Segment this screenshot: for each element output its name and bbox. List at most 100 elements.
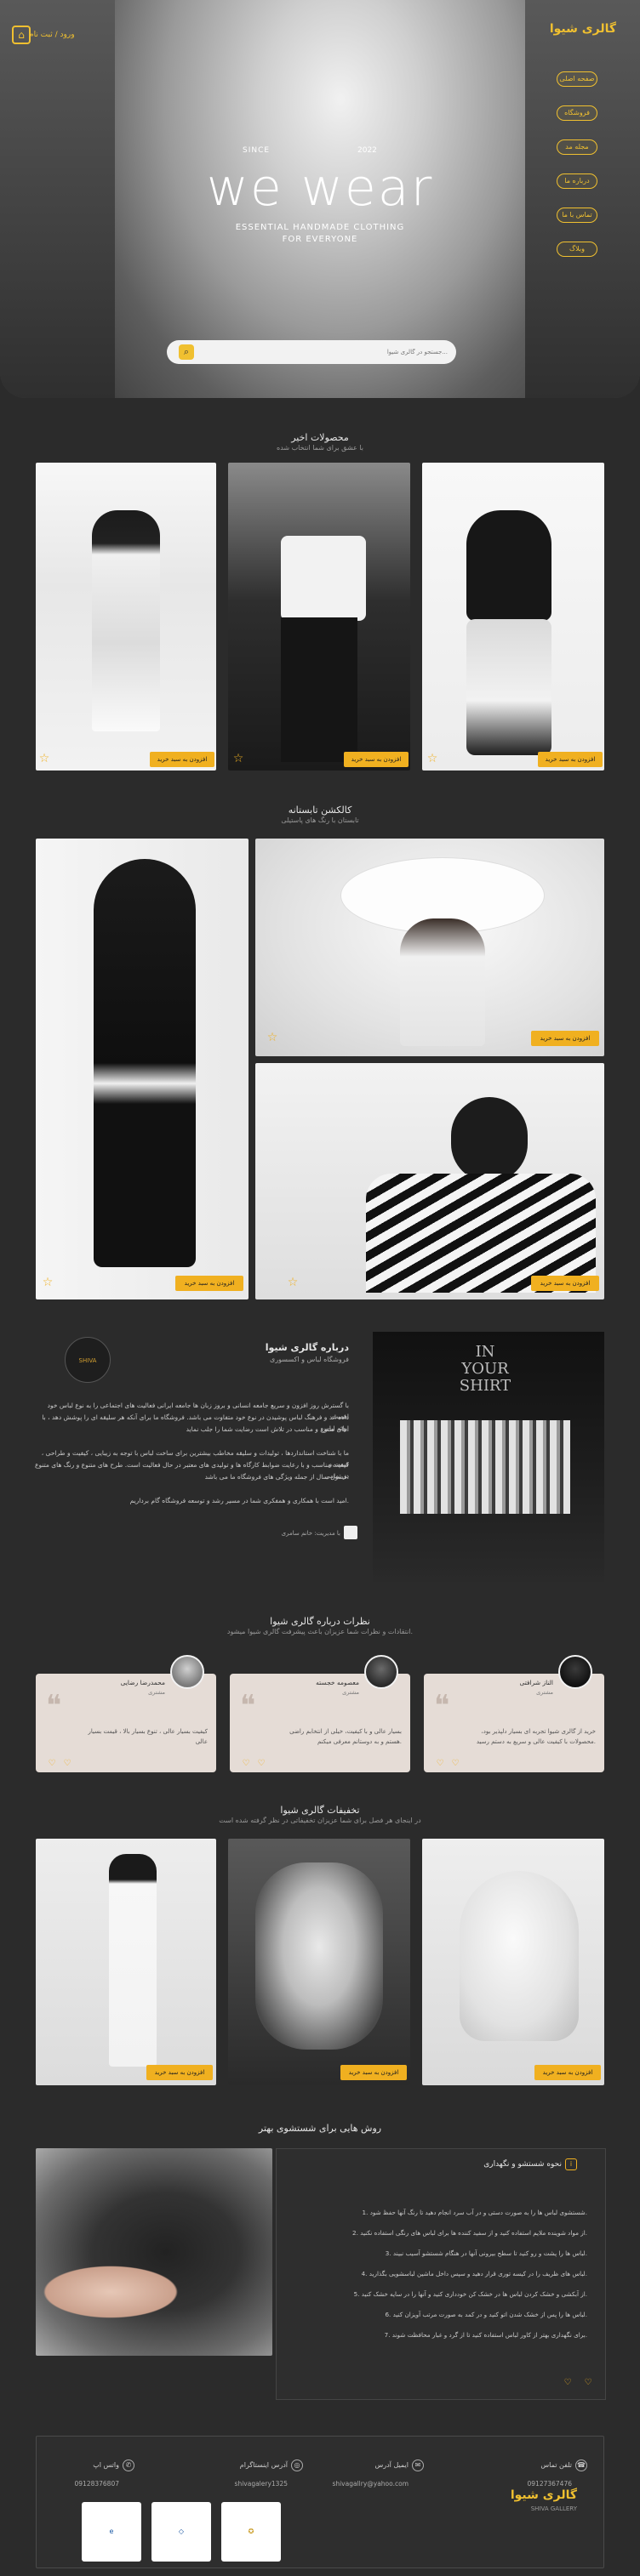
comment-text: خرید از گالری شیوا تجربه ای بسیار دلپذیر… <box>476 1728 596 1745</box>
about-author: با مدیریت: خانم سامری <box>281 1530 340 1537</box>
star-icon[interactable]: ☆ <box>286 1276 300 1289</box>
thumbs-up-icon[interactable]: ♡ <box>240 1759 252 1769</box>
nav-item-magazine[interactable]: مجله مد <box>557 139 597 155</box>
laundry-step: 5. از آبکشی و خشک کردن لباس ها در خشک کن… <box>353 2290 587 2298</box>
laundry-step: 3. لباس ها را پشت و رو کنید تا سطح بیرون… <box>385 2249 587 2257</box>
add-to-cart-button[interactable]: افزودن به سبد خرید <box>531 1031 599 1046</box>
about-photo-sign: IN YOUR SHIRT <box>459 1343 511 1395</box>
footer-value[interactable]: 09127367476 <box>478 2480 573 2488</box>
star-icon[interactable]: ☆ <box>37 752 51 765</box>
email-icon: ✉ <box>412 2459 424 2471</box>
avatar <box>558 1655 592 1689</box>
phone-icon: ☎ <box>575 2459 587 2471</box>
search-icon[interactable]: ⌕ <box>179 344 194 360</box>
thumbs-down-icon[interactable]: ♡ <box>449 1759 461 1769</box>
collection-figure-head <box>451 1097 528 1182</box>
add-to-cart-button[interactable]: افزودن به سبد خرید <box>175 1276 243 1291</box>
about-paragraph: امید است با همکاری و همفکری شما در مسیر … <box>129 1497 349 1504</box>
star-icon[interactable]: ☆ <box>231 752 245 765</box>
comments-subtitle: انتقادات و نظرات شما عزیزان باعث پیشرفت … <box>226 1628 414 1635</box>
hero-year-label: 2022 <box>357 146 377 155</box>
search-input[interactable] <box>204 344 448 360</box>
thumbs-up-icon[interactable]: ♡ <box>562 2378 574 2388</box>
avatar <box>170 1655 204 1689</box>
nav-item-about[interactable]: درباره ما <box>557 173 597 189</box>
add-to-cart-button[interactable]: افزودن به سبد خرید <box>150 752 214 767</box>
etehadie-badge[interactable]: ✪ <box>221 2502 281 2562</box>
add-to-cart-button[interactable]: افزودن به سبد خرید <box>340 2065 407 2080</box>
latest-subtitle: با عشق برای شما انتخاب شده <box>277 444 363 452</box>
collection-title: کالکشن تابستانه <box>288 805 352 816</box>
discount-figure <box>109 1854 157 2067</box>
hero-title: we wear <box>206 158 434 218</box>
thumbs-down-icon[interactable]: ♡ <box>61 1759 73 1769</box>
about-title: درباره گالری شیوا <box>265 1342 349 1353</box>
info-icon: i <box>565 2158 577 2170</box>
hero-right-panel <box>525 0 640 398</box>
discounts-title: تخفیفات گالری شیوا <box>280 1805 360 1816</box>
cart-icon[interactable]: ⌂ <box>12 26 31 44</box>
enamad-badge[interactable]: e <box>82 2502 141 2562</box>
nav-item-blog[interactable]: وبلاگ <box>557 242 597 257</box>
about-paragraph: فصول سال از جمله ویژگی های فروشگاه ما می… <box>204 1473 349 1481</box>
thumbs-down-icon[interactable]: ♡ <box>255 1759 267 1769</box>
laundry-photo <box>36 2148 272 2356</box>
laundry-step: 4. لباس های ظریف را در کیسه توری قرار ده… <box>361 2270 587 2277</box>
comment-role: مشتری <box>342 1689 359 1696</box>
product-figure <box>466 510 551 621</box>
add-to-cart-button[interactable]: افزودن به سبد خرید <box>146 2065 213 2080</box>
comment-text: بسیار عالی و با کیفیت، خیلی از انتخابم ر… <box>289 1728 402 1745</box>
laundry-step: 2. از مواد شوینده ملایم استفاده کنید و ا… <box>352 2229 587 2237</box>
laundry-step: 6. لباس ها را پس از خشک شدن اتو کنید و د… <box>385 2311 587 2318</box>
footer-label: ایمیل آدرس <box>374 2461 409 2469</box>
product-figure <box>92 510 160 731</box>
product-figure <box>281 536 366 621</box>
star-icon[interactable]: ☆ <box>426 752 439 765</box>
collection-subtitle: تابستان با رنگ های پاستیلی <box>281 816 359 824</box>
thumbs-up-icon[interactable]: ♡ <box>46 1759 58 1769</box>
laundry-step: 7. برای نگهداری بهتر از کاور لباس استفاد… <box>384 2331 587 2339</box>
discounts-subtitle: در اینجای هر فصل برای شما عزیزان تخفیفات… <box>219 1817 421 1824</box>
comment-author: الناز شرافتی <box>519 1679 553 1686</box>
laundry-hands <box>34 2262 187 2322</box>
comment-text: کیفیت بسیار عالی ، تنوع بسیار بالا ، قیم… <box>88 1728 208 1745</box>
footer-label: آدرس اینستاگرام <box>239 2461 288 2469</box>
collection-figure-stripes <box>366 1174 596 1293</box>
add-to-cart-button[interactable]: افزودن به سبد خرید <box>344 752 409 767</box>
quote-icon: ❝ <box>434 1689 450 1723</box>
thumbs-down-icon[interactable]: ♡ <box>582 2378 594 2388</box>
collection-figure <box>94 859 196 1267</box>
thumbs-up-icon[interactable]: ♡ <box>434 1759 446 1769</box>
nav-item-home[interactable]: صفحه اصلی <box>557 71 597 87</box>
nav-item-shop[interactable]: فروشگاه <box>557 105 597 121</box>
about-photo-rack <box>400 1420 570 1514</box>
footer-value[interactable]: 09128376807 <box>26 2480 120 2488</box>
laundry-step: 1. شستشوی لباس ها را به صورت دستی و در آ… <box>362 2209 587 2216</box>
add-to-cart-button[interactable]: افزودن به سبد خرید <box>534 2065 601 2080</box>
avatar <box>364 1655 398 1689</box>
footer-value[interactable]: shivagalery1325 <box>194 2480 288 2488</box>
discount-figure <box>255 1862 383 2050</box>
about-paragraph: های متنوع و مناسب در تلاش است رضایت شما … <box>186 1425 349 1433</box>
comment-role: مشتری <box>536 1689 553 1696</box>
samandehi-badge[interactable]: ◇ <box>151 2502 211 2562</box>
about-subtitle: فروشگاه لباس و اکسسوری <box>270 1356 349 1363</box>
star-icon[interactable]: ☆ <box>266 1031 279 1044</box>
footer-label: تلفن تماس <box>540 2461 572 2469</box>
footer-label: واتس اپ <box>93 2461 119 2469</box>
add-to-cart-button[interactable]: افزودن به سبد خرید <box>538 752 603 767</box>
brand-logo[interactable]: گالری شیوا <box>514 22 616 36</box>
nav-item-contact[interactable]: تماس با ما <box>557 208 597 223</box>
comments-title: نظرات درباره گالری شیوا <box>270 1616 370 1627</box>
signin-link[interactable]: ورود / ثبت نام <box>29 31 75 39</box>
latest-title: محصولات اخیر <box>291 432 349 443</box>
discount-figure <box>460 1871 579 2041</box>
add-to-cart-button[interactable]: افزودن به سبد خرید <box>531 1276 599 1291</box>
product-figure-dress <box>466 619 551 755</box>
star-icon[interactable]: ☆ <box>41 1276 54 1289</box>
product-figure-pants <box>281 617 357 762</box>
hero-subtitle-line2: FOR EVERYONE <box>282 235 358 244</box>
footer-value[interactable]: shivagallry@yahoo.com <box>315 2480 409 2488</box>
laundry-box-title: نحوه شستشو و نگهداری <box>483 2160 562 2169</box>
comment-role: مشتری <box>148 1689 165 1696</box>
